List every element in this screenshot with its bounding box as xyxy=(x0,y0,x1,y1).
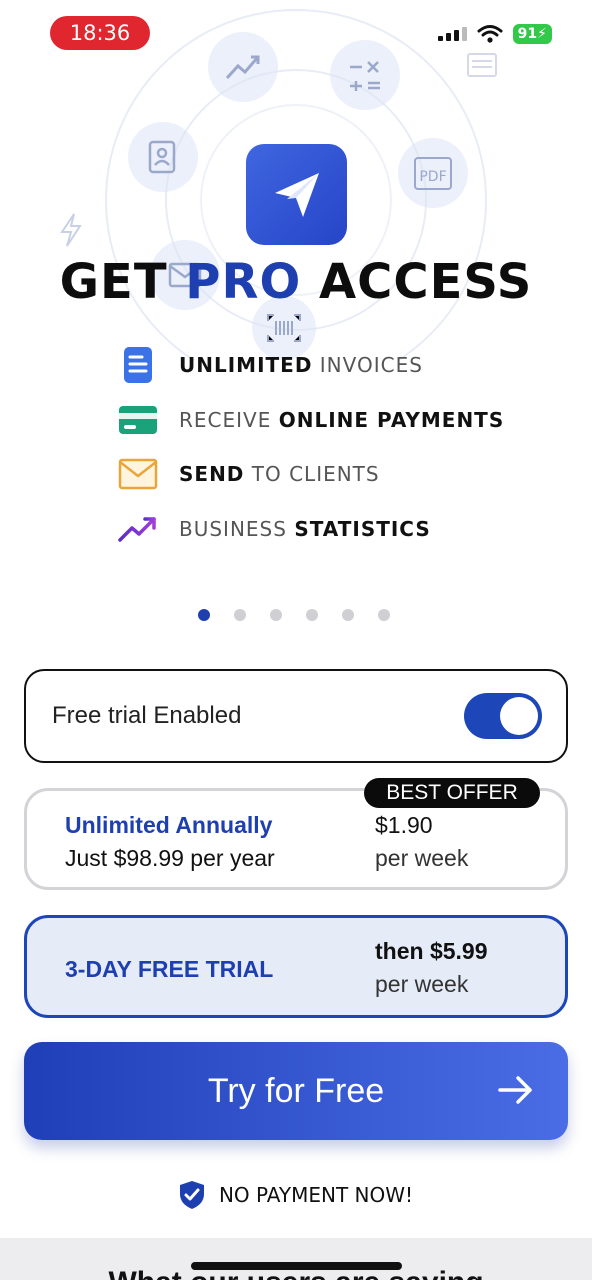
paper-plane-icon xyxy=(274,172,319,217)
shield-check-icon xyxy=(179,1181,204,1209)
credit-card-icon xyxy=(118,400,158,440)
app-logo xyxy=(246,144,347,245)
feature-list: UNLIMITED INVOICES RECEIVE ONLINE PAYMEN… xyxy=(118,338,504,556)
no-payment-note: NO PAYMENT NOW! xyxy=(0,1180,592,1210)
arrow-right-icon xyxy=(498,1076,532,1104)
best-offer-badge: BEST OFFER xyxy=(364,778,540,808)
envelope-icon xyxy=(118,454,158,494)
document-icon xyxy=(118,345,158,385)
plan-option-trial[interactable]: 3-DAY FREE TRIAL then $5.99 per week xyxy=(24,915,568,1018)
page-dot-4[interactable] xyxy=(306,609,318,621)
lightning-icon xyxy=(60,213,82,247)
plan-subtitle: Just $98.99 per year xyxy=(65,845,275,871)
page-indicator xyxy=(198,609,390,621)
pdf-file-icon: PDF xyxy=(398,138,468,208)
feature-label: RECEIVE ONLINE PAYMENTS xyxy=(179,407,505,432)
pdf-label: PDF xyxy=(414,156,452,190)
page-dot-5[interactable] xyxy=(342,609,354,621)
switch-knob xyxy=(500,697,538,735)
plan-price-unit: per week xyxy=(375,971,469,997)
feature-item-business-statistics: BUSINESS STATISTICS xyxy=(118,502,504,557)
plan-price: then $5.99 xyxy=(375,938,488,964)
feature-label: UNLIMITED INVOICES xyxy=(179,353,423,378)
cta-label: Try for Free xyxy=(207,1071,385,1110)
trending-up-icon xyxy=(118,509,158,549)
no-payment-label: NO PAYMENT NOW! xyxy=(218,1183,414,1207)
reviews-section: What our users are saying xyxy=(0,1238,592,1280)
free-trial-label: Free trial Enabled xyxy=(52,702,242,729)
plan-option-annual[interactable]: BEST OFFER Unlimited Annually Just $98.9… xyxy=(24,778,568,890)
calculator-icon xyxy=(330,40,400,110)
page-dot-1[interactable] xyxy=(198,609,210,621)
contact-book-icon xyxy=(128,122,198,192)
home-indicator[interactable] xyxy=(191,1262,402,1270)
page-dot-3[interactable] xyxy=(270,609,282,621)
plan-title: Unlimited Annually xyxy=(65,812,273,838)
page-dot-2[interactable] xyxy=(234,609,246,621)
free-trial-toggle-row[interactable]: Free trial Enabled xyxy=(24,669,568,763)
feature-label: SEND TO CLIENTS xyxy=(179,462,380,487)
page-dot-6[interactable] xyxy=(378,609,390,621)
try-for-free-button[interactable]: Try for Free xyxy=(24,1042,568,1140)
feature-item-unlimited-invoices: UNLIMITED INVOICES xyxy=(118,338,504,393)
chart-icon xyxy=(208,32,278,102)
plan-title: 3-DAY FREE TRIAL xyxy=(65,956,274,982)
feature-item-online-payments: RECEIVE ONLINE PAYMENTS xyxy=(118,393,504,448)
free-trial-switch[interactable] xyxy=(464,693,542,739)
plan-price: $1.90 xyxy=(375,812,433,838)
feature-label: BUSINESS STATISTICS xyxy=(179,516,431,541)
plan-price-unit: per week xyxy=(375,845,469,871)
receipt-icon xyxy=(467,53,497,77)
feature-item-send-to-clients: SEND TO CLIENTS xyxy=(118,447,504,502)
page-title: GET PRO ACCESS xyxy=(59,254,533,310)
